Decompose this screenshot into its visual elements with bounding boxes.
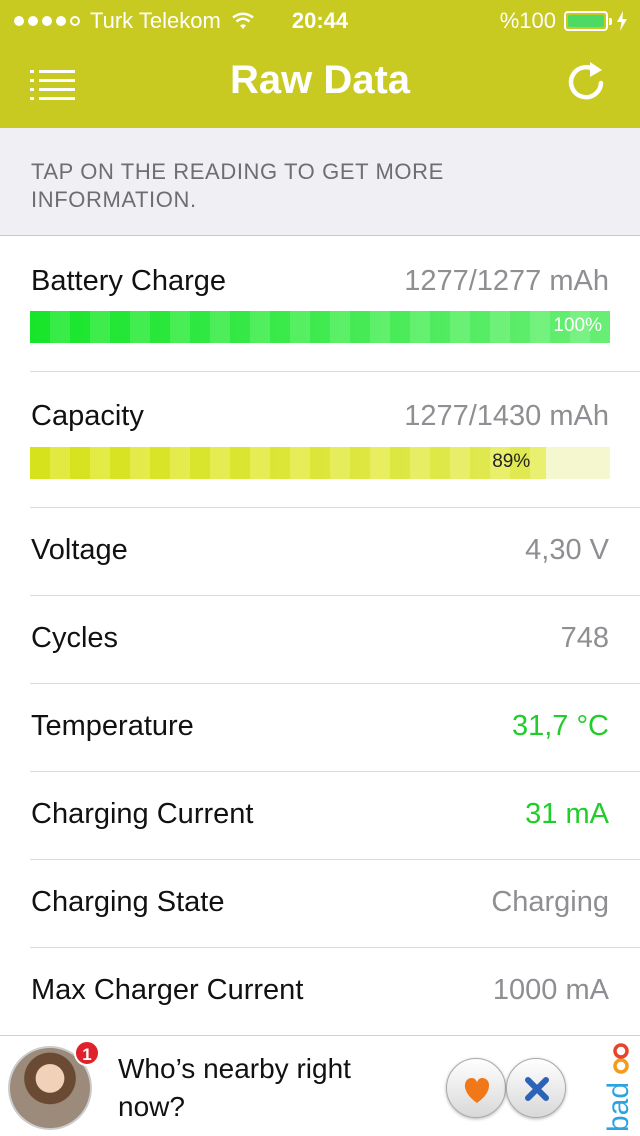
battery-charge-label: Battery Charge	[31, 265, 227, 297]
info-text: TAP ON THE READING TO GET MORE INFORMATI…	[31, 159, 444, 212]
heart-icon	[464, 1077, 490, 1103]
capacity-percent: 89%	[492, 451, 531, 472]
battery-charge-row[interactable]: Battery Charge 1277/1277 mAh 100%	[0, 237, 640, 371]
battery-icon	[564, 11, 612, 31]
close-icon	[525, 1077, 549, 1101]
ad-banner[interactable]: 1 Who’s nearby right now? bad	[0, 1035, 640, 1136]
temperature-row[interactable]: Temperature 31,7 °C	[0, 684, 640, 771]
max-charger-current-label: Max Charger Current	[31, 974, 304, 1006]
battery-charge-value: 1277/1277 mAh	[404, 265, 609, 297]
charging-state-value: Charging	[491, 886, 609, 918]
page-title: Raw Data	[229, 58, 411, 102]
capacity-label: Capacity	[31, 400, 144, 432]
dismiss-button[interactable]	[506, 1058, 566, 1118]
notification-badge: 1	[74, 1040, 100, 1066]
battery-percent: %100	[499, 8, 556, 33]
voltage-value: 4,30 V	[525, 534, 609, 566]
capacity-bar-fill	[30, 447, 547, 479]
refresh-icon[interactable]	[562, 58, 612, 108]
voltage-label: Voltage	[31, 534, 128, 566]
charging-current-label: Charging Current	[31, 798, 254, 830]
battery-charge-percent: 100%	[553, 315, 602, 336]
navigation-bar: Raw Data	[0, 40, 640, 128]
ad-text[interactable]: Who’s nearby right now?	[118, 1050, 418, 1126]
cycles-value: 748	[560, 622, 609, 654]
info-banner: TAP ON THE READING TO GET MORE INFORMATI…	[0, 128, 640, 236]
capacity-bar: 89%	[30, 447, 610, 479]
capacity-row[interactable]: Capacity 1277/1430 mAh 89%	[0, 372, 640, 507]
battery-charge-bar-fill	[30, 311, 610, 343]
charging-bolt-icon	[617, 11, 627, 31]
cycles-label: Cycles	[31, 622, 119, 654]
max-charger-current-row[interactable]: Max Charger Current 1000 mA	[0, 948, 640, 1035]
status-bar: Turk Telekom 20:44 %100	[0, 0, 640, 40]
temperature-label: Temperature	[31, 710, 194, 742]
charging-current-row[interactable]: Charging Current 31 mA	[0, 772, 640, 859]
charging-state-row[interactable]: Charging State Charging	[0, 860, 640, 947]
voltage-row[interactable]: Voltage 4,30 V	[0, 508, 640, 595]
temperature-value: 31,7 °C	[511, 710, 609, 742]
app-header: Turk Telekom 20:44 %100 Raw Data	[0, 0, 640, 128]
max-charger-current-value: 1000 mA	[492, 974, 609, 1006]
svg-text:bad: bad	[606, 1082, 635, 1132]
capacity-value: 1277/1430 mAh	[404, 400, 609, 432]
battery-charge-bar: 100%	[30, 311, 610, 343]
cycles-row[interactable]: Cycles 748	[0, 596, 640, 683]
badoo-logo: bad	[606, 1043, 635, 1132]
like-button[interactable]	[446, 1058, 506, 1118]
charging-state-label: Charging State	[31, 886, 225, 918]
charging-current-value: 31 mA	[525, 798, 609, 830]
